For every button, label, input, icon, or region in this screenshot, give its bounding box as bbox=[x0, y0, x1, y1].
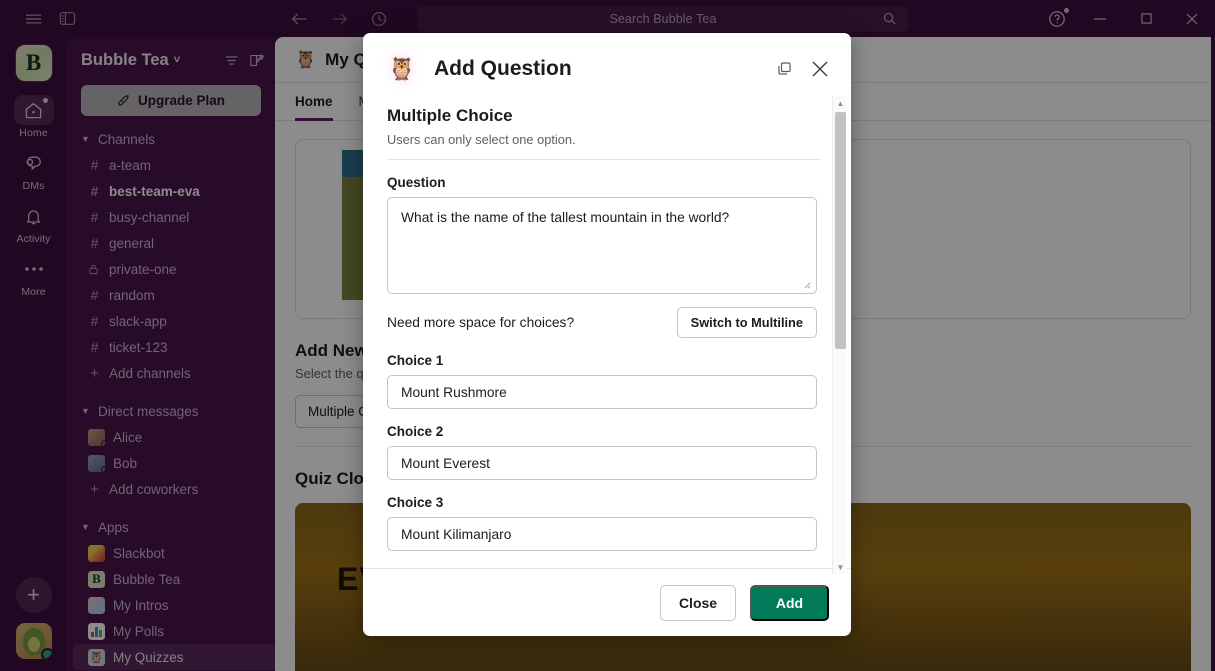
dialog-scrollbar[interactable]: ▲ ▼ bbox=[832, 96, 847, 574]
dialog-header-actions bbox=[771, 56, 833, 82]
question-type-description: Users can only select one option. bbox=[387, 132, 821, 160]
scroll-down-arrow-icon[interactable]: ▼ bbox=[833, 560, 848, 574]
choice-2-value: Mount Everest bbox=[401, 455, 490, 471]
choice-2-label: Choice 2 bbox=[387, 424, 444, 439]
choice-2-input[interactable]: Mount Everest bbox=[387, 446, 817, 480]
add-question-dialog: 🦉 Add Question Multiple Choice Users can… bbox=[363, 33, 851, 636]
dialog-footer: Close Add bbox=[363, 568, 851, 636]
duplicate-icon[interactable] bbox=[771, 56, 797, 82]
scrollbar-thumb[interactable] bbox=[835, 112, 846, 349]
choice-1-input[interactable]: Mount Rushmore bbox=[387, 375, 817, 409]
dialog-header: 🦉 Add Question bbox=[363, 33, 851, 104]
choice-3-value: Mount Kilimanjaro bbox=[401, 526, 512, 542]
dialog-title: Add Question bbox=[434, 56, 572, 80]
scroll-up-arrow-icon[interactable]: ▲ bbox=[833, 96, 848, 110]
choice-1-value: Mount Rushmore bbox=[401, 384, 507, 400]
app-root: 🦉 My Quizzes Home Messages Add New Quest… bbox=[0, 0, 1215, 671]
choice-1-label: Choice 1 bbox=[387, 353, 444, 368]
dialog-body: Multiple Choice Users can only select on… bbox=[363, 104, 851, 568]
question-field-label: Question bbox=[387, 175, 446, 190]
choice-3-label: Choice 3 bbox=[387, 495, 444, 510]
owl-icon: 🦉 bbox=[388, 55, 416, 81]
choice-3-input[interactable]: Mount Kilimanjaro bbox=[387, 517, 817, 551]
multiline-row: Need more space for choices? Switch to M… bbox=[387, 307, 817, 338]
question-type-heading: Multiple Choice bbox=[387, 106, 513, 125]
question-textarea-value: What is the name of the tallest mountain… bbox=[401, 210, 730, 225]
close-icon[interactable] bbox=[807, 56, 833, 82]
multiline-prompt: Need more space for choices? bbox=[387, 315, 575, 330]
close-button[interactable]: Close bbox=[660, 584, 736, 621]
switch-to-multiline-button[interactable]: Switch to Multiline bbox=[676, 307, 817, 338]
resize-handle-icon[interactable] bbox=[802, 280, 813, 291]
add-button[interactable]: Add bbox=[750, 584, 829, 621]
question-textarea[interactable]: What is the name of the tallest mountain… bbox=[387, 197, 817, 294]
